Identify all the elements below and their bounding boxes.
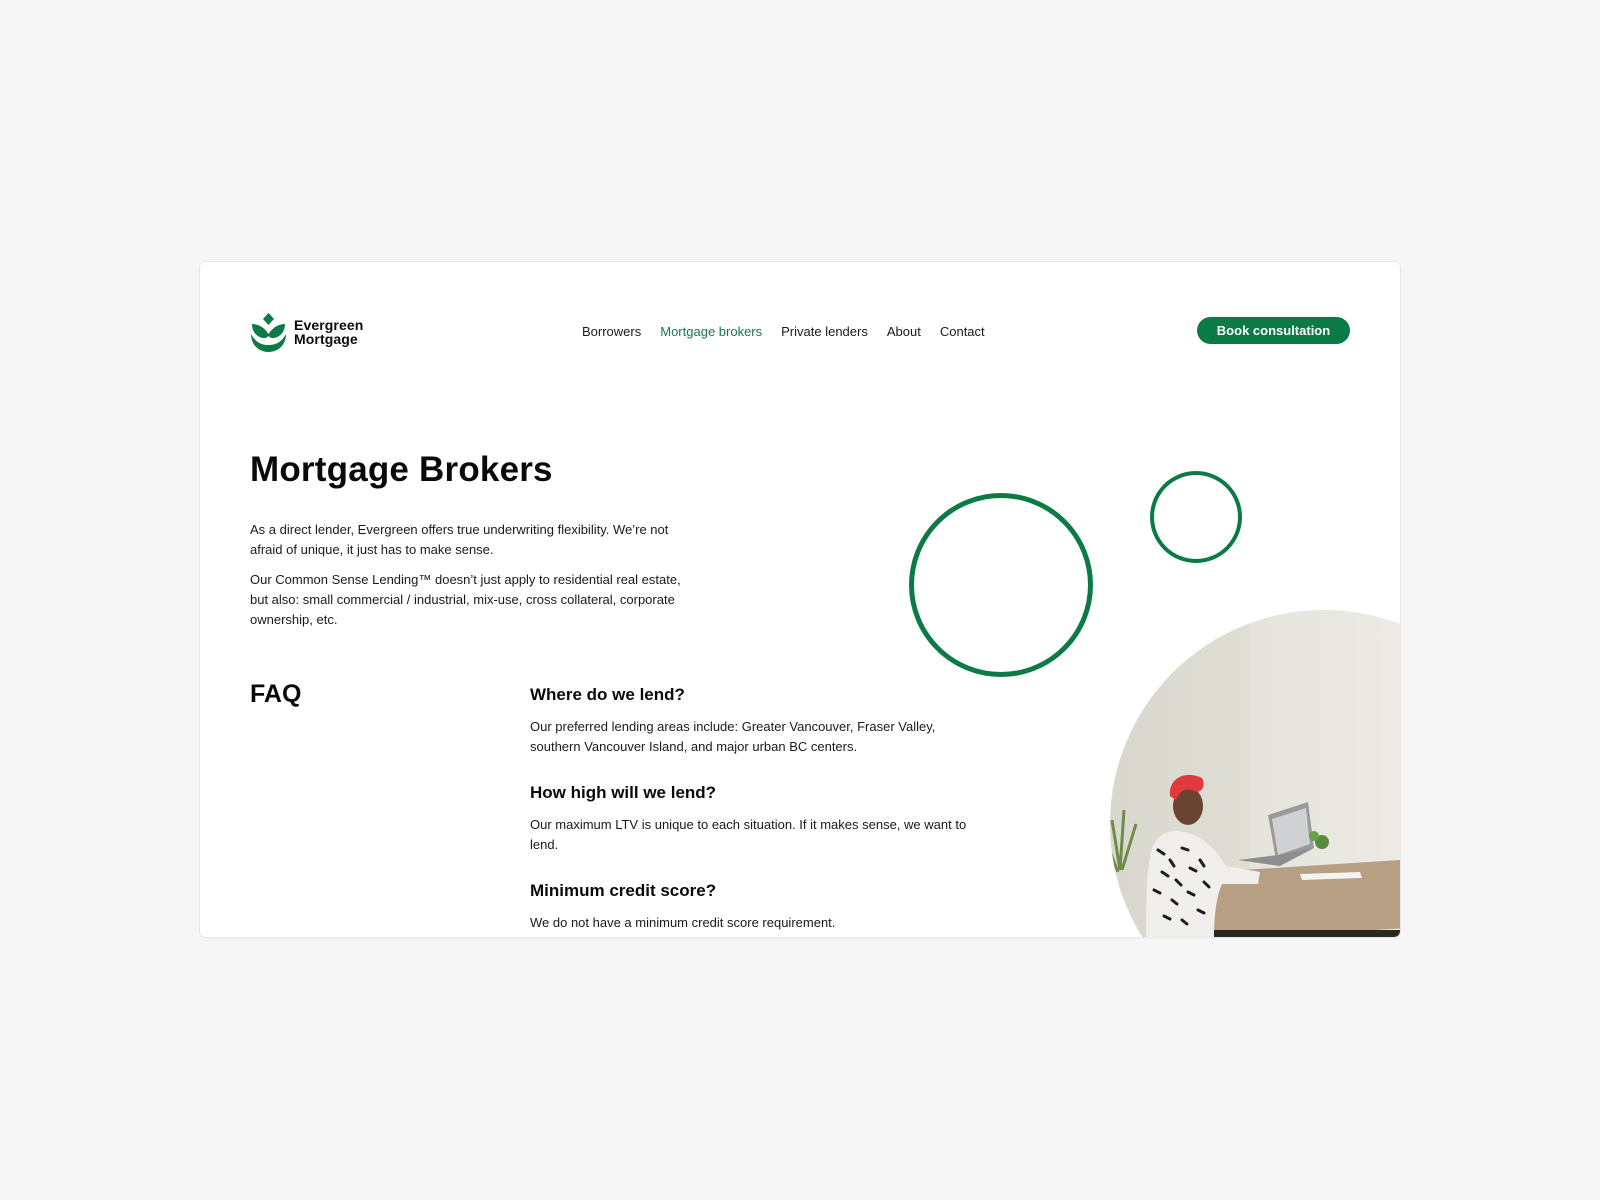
- intro-paragraph-2: Our Common Sense Lending™ doesn’t just a…: [250, 572, 681, 627]
- faq-item: Where do we lend? Our preferred lending …: [530, 685, 980, 757]
- page-card: Evergreen Mortgage Borrowers Mortgage br…: [200, 262, 1400, 937]
- faq-list: Where do we lend? Our preferred lending …: [530, 685, 980, 937]
- intro-paragraph-1: As a direct lender, Evergreen offers tru…: [250, 522, 669, 557]
- large-green-ring: [909, 493, 1093, 677]
- meeting-photo-illustration: [1110, 610, 1400, 937]
- nav-about[interactable]: About: [887, 324, 921, 339]
- faq-item: Minimum credit score? We do not have a m…: [530, 881, 980, 933]
- brand-logo[interactable]: Evergreen Mortgage: [250, 312, 363, 352]
- brand-name-line1: Evergreen: [294, 317, 364, 333]
- faq-question: Minimum credit score?: [530, 881, 717, 900]
- nav-mortgage-brokers[interactable]: Mortgage brokers: [660, 324, 762, 339]
- page-title: Mortgage Brokers: [250, 450, 553, 489]
- brand-name: Evergreen Mortgage: [294, 318, 363, 346]
- nav-borrowers[interactable]: Borrowers: [582, 324, 641, 339]
- faq-item: How high will we lend? Our maximum LTV i…: [530, 783, 980, 855]
- faq-question: Where do we lend?: [530, 685, 685, 704]
- evergreen-leaf-icon: [251, 313, 286, 352]
- meeting-photo: [1110, 610, 1400, 937]
- small-green-ring: [1150, 471, 1242, 563]
- faq-heading: FAQ: [250, 680, 302, 708]
- intro-text: As a direct lender, Evergreen offers tru…: [250, 520, 700, 640]
- nav-contact[interactable]: Contact: [940, 324, 985, 339]
- nav-private-lenders[interactable]: Private lenders: [781, 324, 868, 339]
- faq-question: How high will we lend?: [530, 783, 717, 802]
- faq-answer: Our preferred lending areas include: Gre…: [530, 719, 936, 754]
- faq-answer: Our maximum LTV is unique to each situat…: [530, 817, 967, 852]
- main-nav: Borrowers Mortgage brokers Private lende…: [582, 324, 1004, 339]
- brand-name-line2: Mortgage: [294, 331, 358, 347]
- faq-answer: We do not have a minimum credit score re…: [530, 915, 836, 930]
- book-consultation-button[interactable]: Book consultation: [1197, 317, 1350, 344]
